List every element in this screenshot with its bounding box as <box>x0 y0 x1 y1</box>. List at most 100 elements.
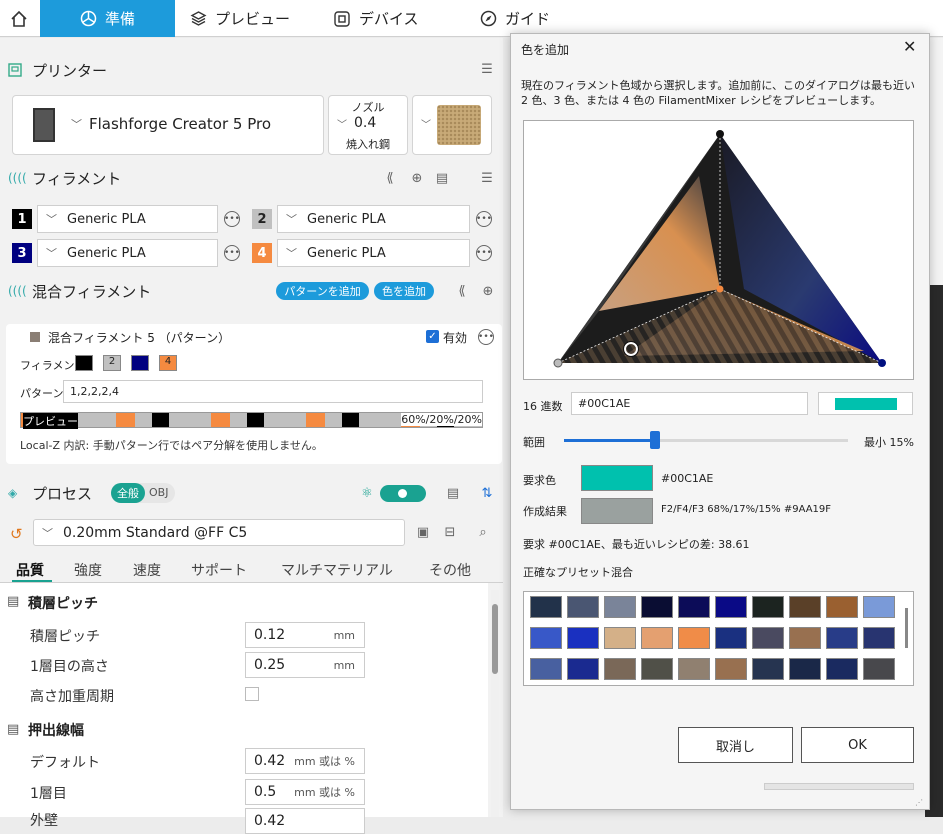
preset-swatch[interactable] <box>826 658 858 680</box>
search-icon[interactable]: ⌕ <box>474 523 492 541</box>
nozzle-selector[interactable]: ノズル ﹀ 0.4 焼入れ鋼 <box>328 95 408 155</box>
hex-input[interactable]: #00C1AE <box>571 392 808 415</box>
color-gamut-triangle[interactable] <box>523 120 914 380</box>
tab-device[interactable]: デバイス <box>333 0 419 37</box>
bed-chevron-icon: ﹀ <box>421 120 431 131</box>
filament-slot-1-combo[interactable]: ﹀ Generic PLA <box>37 205 218 233</box>
mixed-add-icon[interactable]: ⊕ <box>479 282 497 300</box>
tab-guide[interactable]: ガイド <box>480 0 550 37</box>
add-color-button[interactable]: 色を追加 <box>374 282 434 300</box>
chip-2[interactable]: 2 <box>103 355 121 371</box>
chip-3[interactable] <box>131 355 149 371</box>
first-layer-width-input[interactable]: 0.5 mm 或は % <box>245 779 365 805</box>
preset-swatch[interactable] <box>863 596 895 618</box>
color-picker-button[interactable] <box>818 392 913 415</box>
tab-quality[interactable]: 品質 <box>16 560 44 580</box>
preset-swatch[interactable] <box>826 627 858 649</box>
preset-swatch[interactable] <box>715 658 747 680</box>
chip-1[interactable] <box>75 355 93 371</box>
ok-button[interactable]: OK <box>801 727 914 763</box>
mixed-sync-icon[interactable]: ⟪ <box>453 282 471 300</box>
range-slider-thumb[interactable] <box>649 431 660 449</box>
preset-swatch[interactable] <box>789 627 821 649</box>
chip-4[interactable]: 4 <box>159 355 177 371</box>
bed-selector[interactable]: ﹀ <box>412 95 492 155</box>
preset-swatch[interactable] <box>863 627 895 649</box>
layer-height-input[interactable]: 0.12 mm <box>245 622 365 648</box>
toggle-all[interactable]: 全般 <box>111 483 145 503</box>
height-weight-checkbox[interactable] <box>245 687 259 701</box>
collapse-icon[interactable]: ⊟ <box>441 523 459 541</box>
advanced-switch[interactable] <box>380 485 426 502</box>
preset-swatch[interactable] <box>604 658 636 680</box>
preset-swatch[interactable] <box>789 658 821 680</box>
tab-others[interactable]: その他 <box>429 560 471 580</box>
preset-swatch[interactable] <box>715 627 747 649</box>
filament-slot-4-more-icon[interactable]: ••• <box>476 245 492 261</box>
outer-wall-input[interactable]: 0.42 <box>245 808 365 834</box>
home-button[interactable] <box>0 0 38 37</box>
mixed-more-icon[interactable]: ••• <box>478 329 494 345</box>
preset-swatch[interactable] <box>863 658 895 680</box>
preset-swatch[interactable] <box>604 596 636 618</box>
enabled-checkbox[interactable]: ✓ <box>426 330 439 343</box>
tab-speed[interactable]: 速度 <box>133 560 161 580</box>
preset-swatch[interactable] <box>530 627 562 649</box>
preset-swatch[interactable] <box>567 596 599 618</box>
reset-icon[interactable]: ↺ <box>10 525 23 543</box>
cancel-button[interactable]: 取消し <box>678 727 793 763</box>
params-scrollbar-track[interactable] <box>491 590 499 817</box>
printer-selector[interactable]: ﹀ Flashforge Creator 5 Pro <box>12 95 324 155</box>
default-width-input[interactable]: 0.42 mm 或は % <box>245 748 365 774</box>
preset-swatch[interactable] <box>789 596 821 618</box>
preset-swatch[interactable] <box>530 658 562 680</box>
preset-swatch[interactable] <box>752 596 784 618</box>
filament-slot-2-more-icon[interactable]: ••• <box>476 211 492 227</box>
preset-swatch[interactable] <box>678 627 710 649</box>
range-slider[interactable] <box>564 431 848 449</box>
preset-swatch[interactable] <box>641 658 673 680</box>
close-icon[interactable]: ✕ <box>903 37 916 56</box>
global-object-toggle[interactable]: 全般 OBJ <box>111 483 175 503</box>
filament-edit-icon[interactable]: ▤ <box>433 169 451 187</box>
pattern-input[interactable]: 1,2,2,2,4 <box>63 380 483 403</box>
first-layer-input[interactable]: 0.25 mm <box>245 652 365 678</box>
filament-slot-3-more-icon[interactable]: ••• <box>224 245 240 261</box>
filament-add-icon[interactable]: ⊕ <box>408 169 426 187</box>
preset-swatch[interactable] <box>752 627 784 649</box>
filament-settings-icon[interactable]: ☰ <box>478 169 496 187</box>
filament-slot-2-combo[interactable]: ﹀ Generic PLA <box>277 205 470 233</box>
filament-slot-3-number: 3 <box>12 243 32 263</box>
preset-swatch[interactable] <box>641 596 673 618</box>
tab-multimaterial[interactable]: マルチマテリアル <box>281 560 393 580</box>
printer-settings-icon[interactable]: ☰ <box>478 60 496 78</box>
advanced-icon[interactable]: ⚛ <box>358 484 376 502</box>
tab-support[interactable]: サポート <box>191 560 247 580</box>
preset-swatch[interactable] <box>752 658 784 680</box>
preset-swatch[interactable] <box>567 627 599 649</box>
params-scrollbar-thumb[interactable] <box>492 604 498 674</box>
preset-swatch[interactable] <box>678 658 710 680</box>
tab-strength[interactable]: 強度 <box>74 560 102 580</box>
filament-slot-3-combo[interactable]: ﹀ Generic PLA <box>37 239 218 267</box>
toggle-obj[interactable]: OBJ <box>149 486 168 499</box>
preset-swatch[interactable] <box>641 627 673 649</box>
list-icon[interactable]: ▤ <box>444 484 462 502</box>
preset-swatch[interactable] <box>715 596 747 618</box>
tab-prepare[interactable]: 準備 <box>40 0 175 37</box>
tab-preview[interactable]: プレビュー <box>190 0 290 37</box>
save-icon[interactable]: ▣ <box>414 523 432 541</box>
preset-scrollbar[interactable] <box>905 608 908 648</box>
process-preset-combo[interactable]: ﹀ 0.20mm Standard @FF C5 <box>33 519 405 546</box>
filament-slot-1-more-icon[interactable]: ••• <box>224 211 240 227</box>
filament-slot-4-combo[interactable]: ﹀ Generic PLA <box>277 239 470 267</box>
resize-grip-icon[interactable]: ⋰ <box>915 798 923 807</box>
preset-swatch[interactable] <box>604 627 636 649</box>
preset-swatch[interactable] <box>567 658 599 680</box>
add-pattern-button[interactable]: パターンを追加 <box>276 282 369 300</box>
preset-swatch[interactable] <box>826 596 858 618</box>
filament-sync-icon[interactable]: ⟪ <box>381 169 399 187</box>
preset-swatch[interactable] <box>678 596 710 618</box>
preset-swatch[interactable] <box>530 596 562 618</box>
compare-icon[interactable]: ⇅ <box>478 484 496 502</box>
